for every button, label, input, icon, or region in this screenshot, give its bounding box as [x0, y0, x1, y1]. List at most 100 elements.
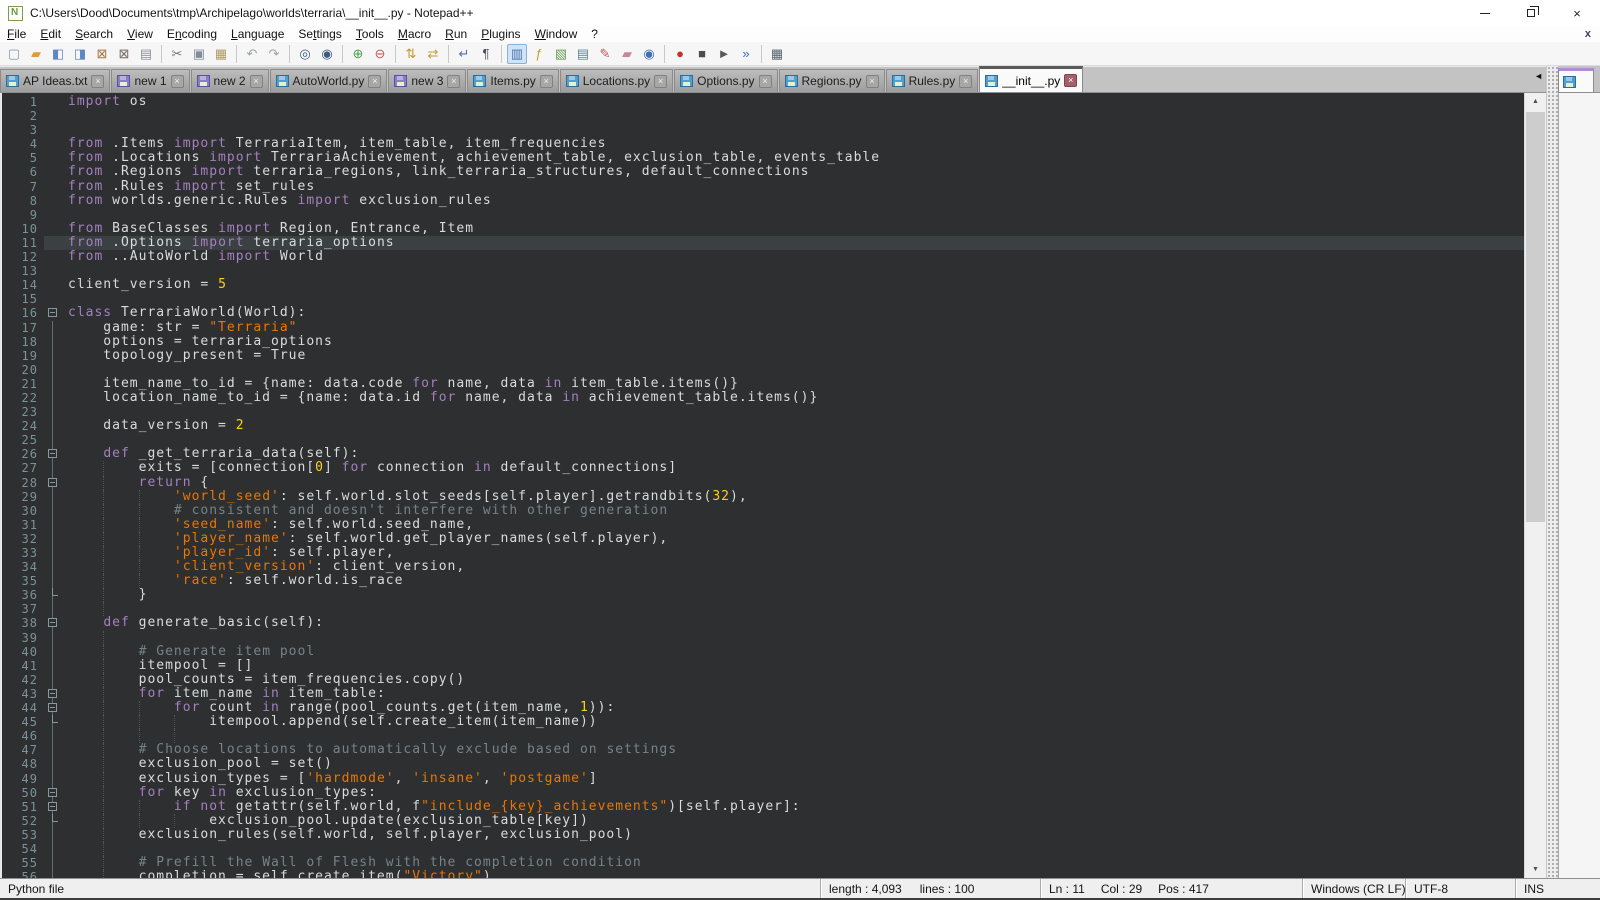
tab-close-icon[interactable]: ×: [866, 75, 879, 88]
menu-run[interactable]: Run: [438, 26, 474, 42]
code-line[interactable]: 34 'client_version': client_version,: [2, 560, 1524, 574]
code-line[interactable]: 47 # Choose locations to automatically e…: [2, 743, 1524, 757]
code-line[interactable]: 24 data_version = 2: [2, 419, 1524, 433]
close-all-icon[interactable]: ⊠: [114, 44, 134, 64]
code-line[interactable]: 12from ..AutoWorld import World: [2, 250, 1524, 264]
code-line[interactable]: 55 # Prefill the Wall of Flesh with the …: [2, 856, 1524, 870]
fold-box-icon[interactable]: [48, 478, 57, 487]
paste-icon[interactable]: ▦: [211, 44, 231, 64]
tab-close-icon[interactable]: ×: [759, 75, 772, 88]
menu-encoding[interactable]: Encoding: [160, 26, 224, 42]
new-file-icon[interactable]: ▢: [4, 44, 24, 64]
tab-new-3[interactable]: new 3×: [388, 69, 466, 92]
tab-close-icon[interactable]: ×: [368, 75, 381, 88]
tab-close-icon[interactable]: ×: [91, 75, 104, 88]
status-eol-format[interactable]: Windows (CR LF): [1302, 879, 1405, 898]
macro-play-icon[interactable]: ►: [714, 44, 734, 64]
tab-close-icon[interactable]: ×: [1064, 74, 1077, 87]
tab-locations-py[interactable]: Locations.py×: [560, 69, 673, 92]
fold-box-icon[interactable]: [48, 618, 57, 627]
code-line[interactable]: 23: [2, 405, 1524, 419]
function-list-icon[interactable]: ƒ: [529, 44, 549, 64]
open-file-icon[interactable]: ▰: [26, 44, 46, 64]
code-line[interactable]: 33 'player_id': self.player,: [2, 546, 1524, 560]
code-line[interactable]: 9: [2, 208, 1524, 222]
macro-record-icon[interactable]: ●: [670, 44, 690, 64]
code-line[interactable]: 43 for item_name in item_table:: [2, 687, 1524, 701]
save-file-icon[interactable]: ◧: [48, 44, 68, 64]
zoom-out-icon[interactable]: ⊖: [370, 44, 390, 64]
panel-splitter[interactable]: [1546, 66, 1558, 878]
show-all-characters-icon[interactable]: ¶: [476, 44, 496, 64]
right-panel-body[interactable]: [1558, 92, 1600, 878]
tab-close-icon[interactable]: ×: [654, 75, 667, 88]
code-line[interactable]: 16class TerrariaWorld(World):: [2, 306, 1524, 320]
code-editor[interactable]: 1import os234from .Items import Terraria…: [0, 93, 1524, 878]
menu-file[interactable]: File: [0, 26, 33, 42]
code-line[interactable]: 50 for key in exclusion_types:: [2, 786, 1524, 800]
code-line[interactable]: 22 location_name_to_id = {name: data.id …: [2, 391, 1524, 405]
zoom-in-icon[interactable]: ⊕: [348, 44, 368, 64]
tab-items-py[interactable]: Items.py×: [467, 69, 558, 92]
menu-search[interactable]: Search: [68, 26, 120, 42]
restore-button[interactable]: [1508, 0, 1554, 26]
code-line[interactable]: 53 exclusion_rules(self.world, self.play…: [2, 828, 1524, 842]
menu-macro[interactable]: Macro: [391, 26, 438, 42]
code-line[interactable]: 6from .Regions import terraria_regions, …: [2, 165, 1524, 179]
vertical-scrollbar[interactable]: ▲ ▼: [1524, 93, 1546, 878]
scrollbar-thumb[interactable]: [1526, 112, 1545, 522]
code-line[interactable]: 28 return {: [2, 476, 1524, 490]
tab-close-icon[interactable]: ×: [959, 75, 972, 88]
doc-switcher-icon[interactable]: ▦: [767, 44, 787, 64]
code-line[interactable]: 14client_version = 5: [2, 278, 1524, 292]
close-button[interactable]: ×: [1554, 0, 1600, 26]
macro-run-multiple-icon[interactable]: »: [736, 44, 756, 64]
monitor-eye-icon[interactable]: ◉: [639, 44, 659, 64]
sync-vertical-scroll-icon[interactable]: ⇅: [401, 44, 421, 64]
folder-workspace-icon[interactable]: ▰: [617, 44, 637, 64]
code-line[interactable]: 39: [2, 631, 1524, 645]
menu-plugins[interactable]: Plugins: [474, 26, 527, 42]
close-file-icon[interactable]: ⊠: [92, 44, 112, 64]
code-line[interactable]: 3: [2, 123, 1524, 137]
code-line[interactable]: 8from worlds.generic.Rules import exclus…: [2, 194, 1524, 208]
code-line[interactable]: 48 exclusion_pool = set(): [2, 757, 1524, 771]
code-line[interactable]: 10from BaseClasses import Region, Entran…: [2, 222, 1524, 236]
code-line[interactable]: 30 # consistent and doesn't interfere wi…: [2, 504, 1524, 518]
code-line[interactable]: 32 'player_name': self.world.get_player_…: [2, 532, 1524, 546]
code-line[interactable]: 18 options = terraria_options: [2, 335, 1524, 349]
right-panel-tab[interactable]: [1558, 68, 1594, 92]
tab-options-py[interactable]: Options.py×: [674, 69, 777, 92]
code-line[interactable]: 7from .Rules import set_rules: [2, 180, 1524, 194]
code-line[interactable]: 21 item_name_to_id = {name: data.code fo…: [2, 377, 1524, 391]
title-bar[interactable]: C:\Users\Dood\Documents\tmp\Archipelago\…: [0, 0, 1600, 26]
code-line[interactable]: 25: [2, 433, 1524, 447]
document-list-icon[interactable]: ▤: [573, 44, 593, 64]
code-line[interactable]: 11from .Options import terraria_options: [2, 236, 1524, 250]
macro-stop-icon[interactable]: ■: [692, 44, 712, 64]
code-line[interactable]: 56 completion = self.create_item("Victor…: [2, 870, 1524, 878]
code-line[interactable]: 15: [2, 292, 1524, 306]
tab-close-icon[interactable]: ×: [540, 75, 553, 88]
tab-scroll-left-icon[interactable]: ◄: [1534, 71, 1543, 81]
edit-pencil-icon[interactable]: ✎: [595, 44, 615, 64]
scroll-up-icon[interactable]: ▲: [1525, 93, 1546, 110]
code-line[interactable]: 29 'world_seed': self.world.slot_seeds[s…: [2, 490, 1524, 504]
code-line[interactable]: 38 def generate_basic(self):: [2, 616, 1524, 630]
tab-autoworld-py[interactable]: AutoWorld.py×: [270, 69, 388, 92]
code-line[interactable]: 13: [2, 264, 1524, 278]
fold-box-icon[interactable]: [48, 449, 57, 458]
menubar-close-icon[interactable]: x: [1576, 28, 1600, 40]
scroll-down-icon[interactable]: ▼: [1525, 861, 1546, 878]
menu-settings[interactable]: Settings: [291, 26, 348, 42]
menu-edit[interactable]: Edit: [33, 26, 68, 42]
code-line[interactable]: 31 'seed_name': self.world.seed_name,: [2, 518, 1524, 532]
code-line[interactable]: 54: [2, 842, 1524, 856]
code-line[interactable]: 17 game: str = "Terraria": [2, 321, 1524, 335]
copy-icon[interactable]: ▣: [189, 44, 209, 64]
tab-regions-py[interactable]: Regions.py×: [779, 69, 885, 92]
tab-close-icon[interactable]: ×: [447, 75, 460, 88]
menu-[interactable]: ?: [584, 26, 605, 42]
code-line[interactable]: 2: [2, 109, 1524, 123]
tab-ap-ideas-txt[interactable]: AP Ideas.txt×: [0, 69, 110, 92]
